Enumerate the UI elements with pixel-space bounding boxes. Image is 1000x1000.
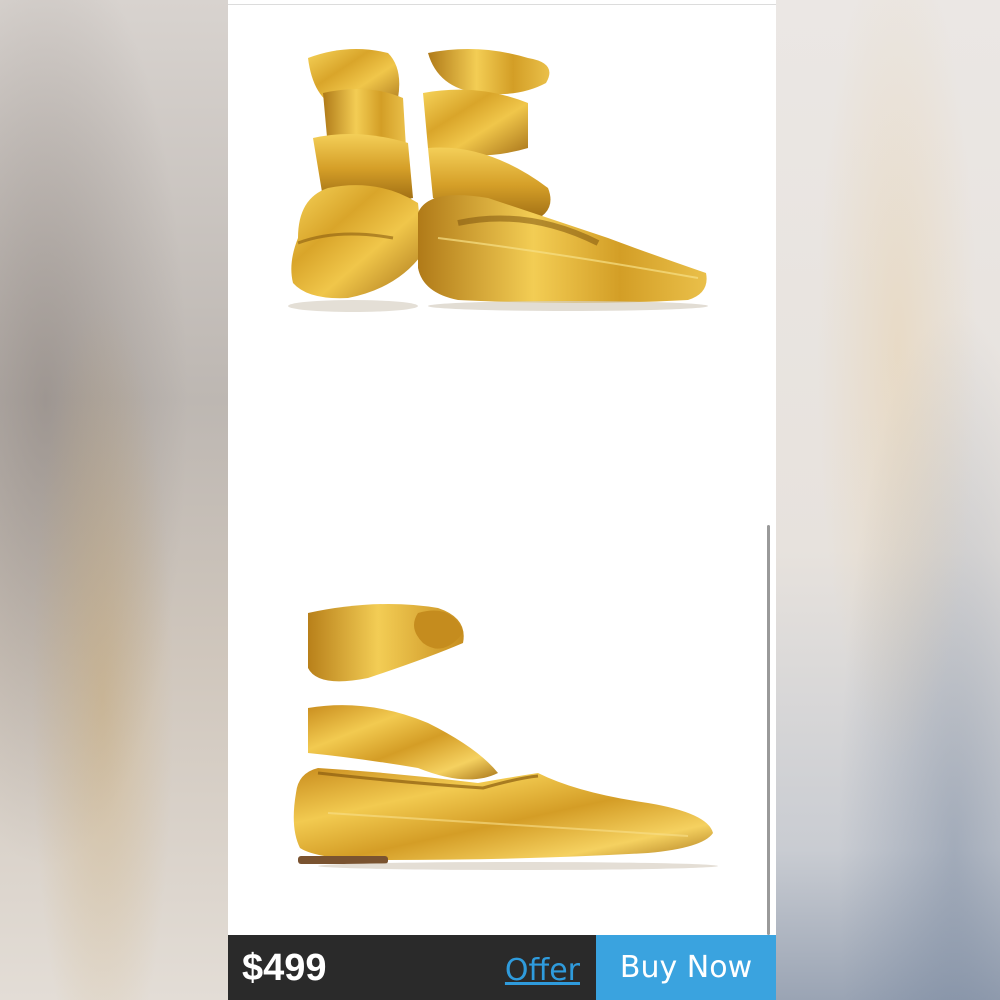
scrollbar[interactable] <box>767 525 770 935</box>
price-label: $499 <box>242 947 327 989</box>
purchase-bar: $499 Offer Buy Now <box>228 935 776 1000</box>
blurred-background-right <box>772 0 1000 1000</box>
buy-now-button[interactable]: Buy Now <box>596 935 776 1000</box>
product-photo-side[interactable] <box>228 598 776 883</box>
left-shoe <box>288 49 423 312</box>
top-divider <box>228 4 776 5</box>
right-shoe <box>418 49 708 311</box>
offer-link[interactable]: Offer <box>505 953 580 988</box>
blurred-background-left <box>0 0 228 1000</box>
listing-screen[interactable]: $499 Offer Buy Now <box>228 0 776 1000</box>
price-area: $499 Offer <box>228 935 596 1000</box>
side-shoe <box>293 604 718 870</box>
product-photo-pair[interactable] <box>228 38 776 338</box>
